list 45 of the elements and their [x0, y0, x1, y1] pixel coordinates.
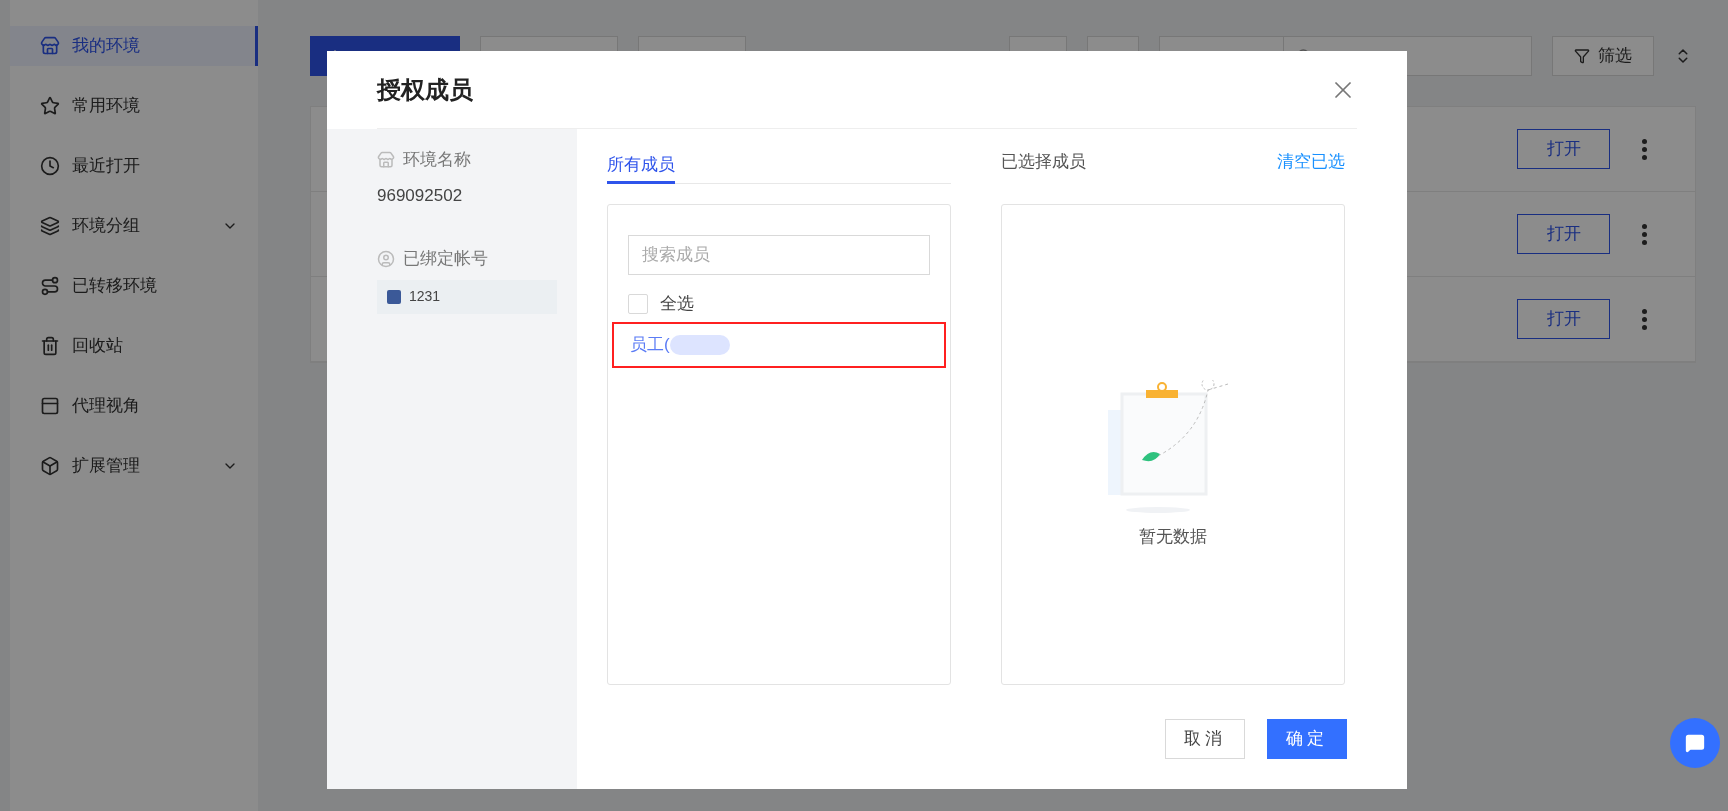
clock-icon	[40, 156, 60, 176]
selected-members-title: 已选择成员	[1001, 151, 1086, 173]
sidebar-item[interactable]: 扩展管理	[10, 446, 258, 486]
chat-button[interactable]	[1670, 718, 1720, 768]
more-icon[interactable]	[1642, 308, 1647, 330]
member-item[interactable]: 员工(	[612, 321, 946, 368]
sidebar-item[interactable]: 已转移环境	[10, 266, 258, 306]
store-icon	[40, 36, 60, 56]
filter-button[interactable]: 筛选	[1552, 36, 1654, 76]
filter-icon	[1574, 48, 1590, 64]
field-label: 已绑定帐号	[403, 248, 488, 270]
more-icon[interactable]	[1642, 138, 1647, 160]
trash-icon	[40, 336, 60, 356]
sidebar-item[interactable]: 环境分组	[10, 206, 258, 246]
search-field[interactable]: 搜索成员	[628, 235, 930, 275]
sidebar-item[interactable]: 代理视角	[10, 386, 258, 426]
chat-icon	[1685, 733, 1705, 753]
dialog-title: 授权成员	[377, 74, 473, 105]
select-all-label[interactable]: 全选	[660, 291, 694, 317]
account-chip: 1231	[377, 279, 557, 314]
star-icon	[40, 96, 60, 116]
confirm-button[interactable]: 确定	[1267, 719, 1347, 759]
empty-text: 暂无数据	[1139, 525, 1207, 548]
checkbox[interactable]	[628, 293, 648, 314]
open-button[interactable]: 打开	[1517, 299, 1610, 339]
field-label: 环境名称	[403, 149, 471, 171]
sidebar-item[interactable]: 常用环境	[10, 86, 258, 126]
blurred-name	[669, 334, 730, 355]
panel-icon	[40, 396, 60, 416]
facebook-icon	[387, 289, 401, 304]
clear-selection-link[interactable]: 清空已选	[1277, 149, 1345, 175]
tab[interactable]: 所有成员	[607, 149, 675, 184]
route-icon	[40, 276, 60, 296]
layers-icon	[40, 216, 60, 236]
store-icon	[377, 150, 395, 169]
cube-icon	[40, 456, 60, 476]
cancel-button[interactable]: 取消	[1165, 719, 1245, 759]
open-button[interactable]: 打开	[1517, 214, 1610, 254]
sidebar-item[interactable]: 我的环境	[10, 26, 258, 66]
sidebar-item[interactable]: 回收站	[10, 326, 258, 366]
sidebar-item[interactable]: 最近打开	[10, 146, 258, 186]
more-icon[interactable]	[1642, 223, 1647, 245]
open-button[interactable]: 打开	[1517, 129, 1610, 169]
user-icon	[377, 249, 395, 268]
environment-name: 969092502	[377, 184, 464, 207]
